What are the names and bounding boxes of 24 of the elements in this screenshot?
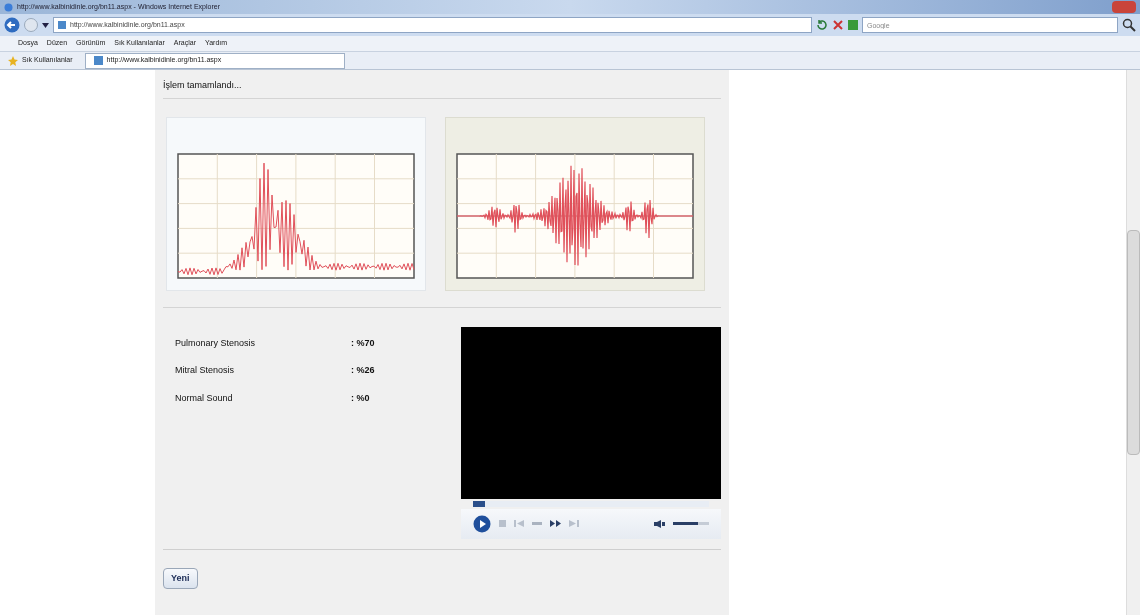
speaker-icon[interactable] [654, 519, 665, 528]
diagnosis-percentage: : %26 [351, 364, 375, 377]
diagnosis-percentage: : %0 [351, 391, 370, 405]
new-button[interactable]: Yeni [163, 567, 198, 589]
browser-icon [4, 2, 13, 12]
progress-track[interactable] [473, 500, 709, 507]
dropdown-icon[interactable] [42, 22, 49, 28]
volume-track[interactable] [673, 522, 709, 525]
video-player[interactable] [461, 326, 721, 539]
diagnosis-label: Mitral Stenosis [175, 364, 236, 377]
close-icon[interactable] [832, 19, 844, 31]
fast-forward-icon[interactable] [550, 520, 561, 527]
page-icon [58, 21, 66, 29]
diagnosis-percentage: : %70 [351, 336, 375, 350]
back-icon[interactable] [4, 17, 20, 33]
diagnosis-label: Normal Sound [175, 391, 234, 405]
diagnosis-label: Pulmonary Stenosis [175, 336, 257, 350]
search-icon[interactable] [1122, 18, 1136, 32]
play-icon[interactable] [473, 514, 491, 533]
refresh-icon[interactable] [816, 19, 828, 31]
page-icon [93, 56, 103, 65]
status-text: İşlem tamamlandı... [163, 70, 721, 99]
scrollbar[interactable] [1126, 70, 1140, 615]
star-icon [8, 55, 18, 66]
